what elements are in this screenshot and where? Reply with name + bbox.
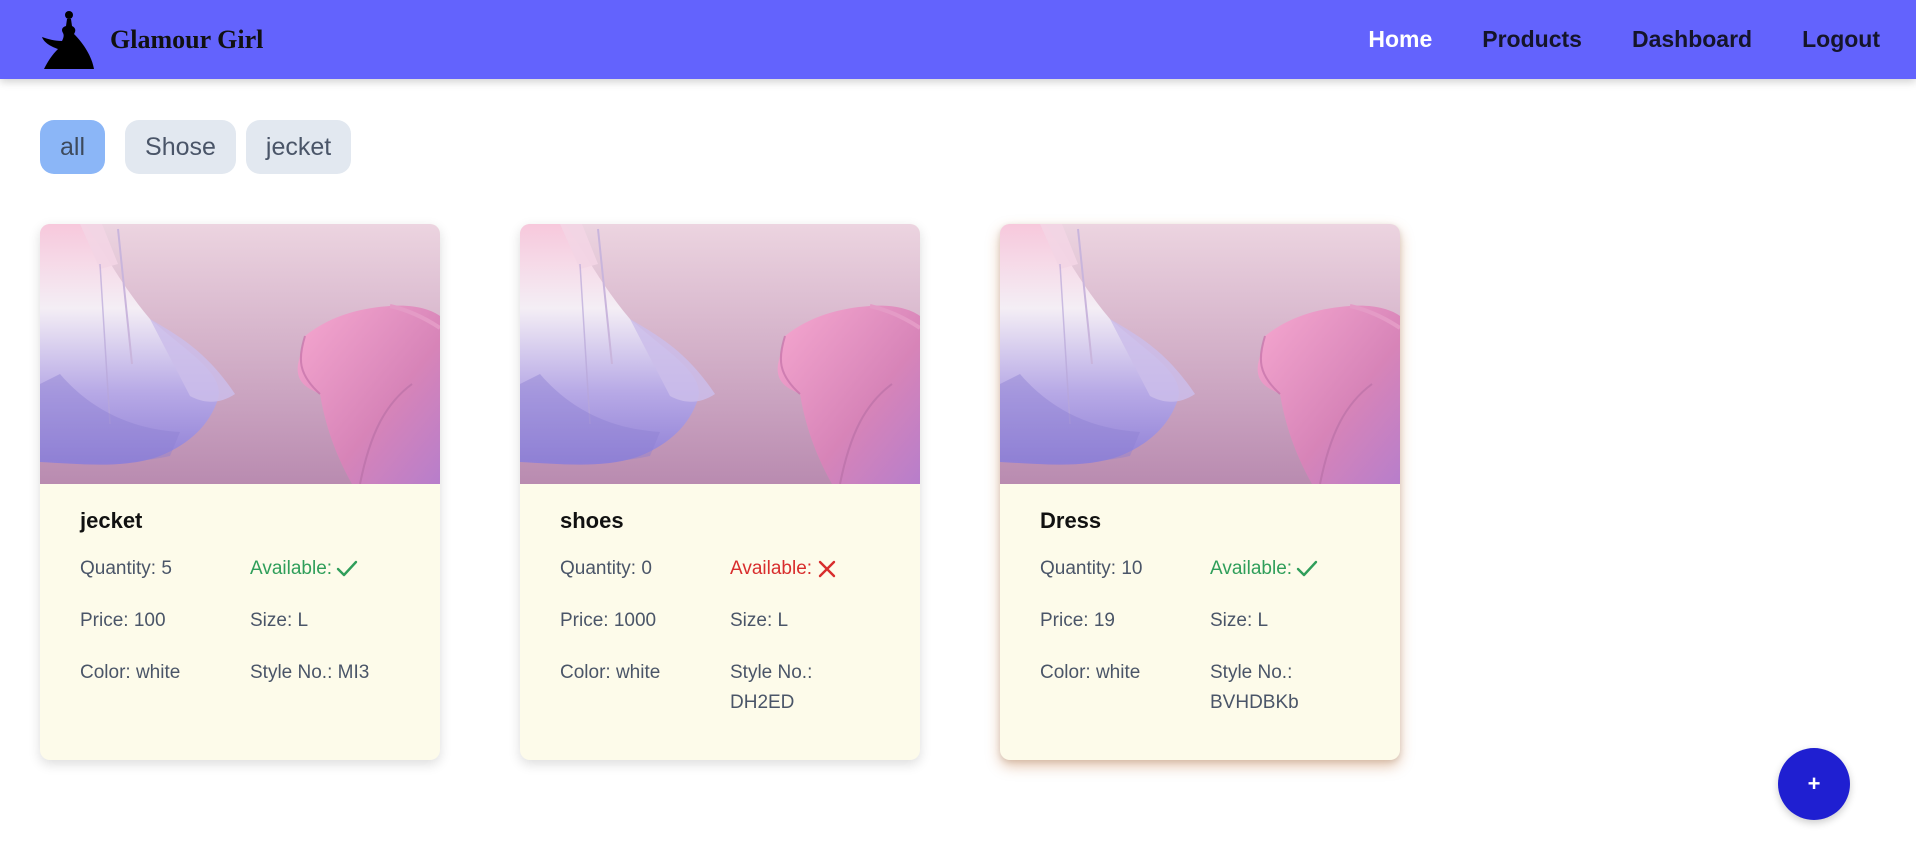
product-card[interactable]: shoes Quantity: 0 Available: Price: 1000…	[520, 224, 920, 760]
product-card[interactable]: jecket Quantity: 5 Available: Price: 100…	[40, 224, 440, 760]
product-quantity: Quantity: 5	[80, 558, 172, 579]
check-icon	[336, 560, 358, 577]
brand[interactable]: Glamour Girl	[40, 8, 263, 72]
product-image	[1000, 224, 1400, 484]
availability-status: Available:	[1210, 554, 1318, 584]
product-size: Size: L	[730, 610, 789, 631]
filter-jecket[interactable]: jecket	[245, 120, 352, 174]
product-name: Dress	[1040, 508, 1102, 533]
product-size: Size: L	[1210, 610, 1269, 631]
availability-status: Available:	[250, 554, 358, 584]
product-quantity: Quantity: 10	[1040, 558, 1143, 579]
product-color: Color: white	[80, 662, 181, 683]
product-price: Price: 1000	[560, 610, 657, 631]
navbar: Glamour Girl Home Products Dashboard Log…	[0, 0, 1916, 79]
nav-logout[interactable]: Logout	[1802, 26, 1880, 53]
filter-shose[interactable]: Shose	[125, 120, 236, 174]
nav-home[interactable]: Home	[1368, 26, 1432, 53]
product-price: Price: 100	[80, 610, 166, 631]
product-image	[40, 224, 440, 484]
filter-all[interactable]: all	[40, 120, 106, 174]
product-size: Size: L	[250, 610, 309, 631]
check-icon	[1296, 560, 1318, 577]
availability-label: Available:	[730, 558, 813, 579]
nav-dashboard[interactable]: Dashboard	[1632, 26, 1752, 53]
product-card[interactable]: Dress Quantity: 10 Available: Price: 19 …	[1000, 224, 1400, 760]
nav-products[interactable]: Products	[1482, 26, 1582, 53]
product-style-no: Style No.: BVHDBKb	[1210, 662, 1299, 713]
availability-label: Available:	[250, 558, 333, 579]
product-color: Color: white	[1040, 662, 1141, 683]
product-name: jecket	[80, 508, 143, 533]
availability-status: Available:	[730, 554, 838, 584]
product-quantity: Quantity: 0	[560, 558, 652, 579]
main-nav: Home Products Dashboard Logout	[1318, 0, 1880, 79]
availability-label: Available:	[1210, 558, 1293, 579]
product-name: shoes	[560, 508, 624, 533]
product-image	[520, 224, 920, 484]
product-price: Price: 19	[1040, 610, 1115, 631]
cross-icon	[818, 560, 836, 578]
category-filters: all Shose jecket	[40, 120, 361, 174]
product-style-no: Style No.: DH2ED	[730, 662, 813, 713]
plus-icon: +	[1807, 771, 1821, 796]
add-product-button[interactable]: +	[1778, 748, 1850, 820]
product-style-no: Style No.: MI3	[250, 662, 370, 683]
product-color: Color: white	[560, 662, 661, 683]
dress-silhouette-icon	[42, 11, 94, 69]
brand-name: Glamour Girl	[110, 25, 264, 54]
